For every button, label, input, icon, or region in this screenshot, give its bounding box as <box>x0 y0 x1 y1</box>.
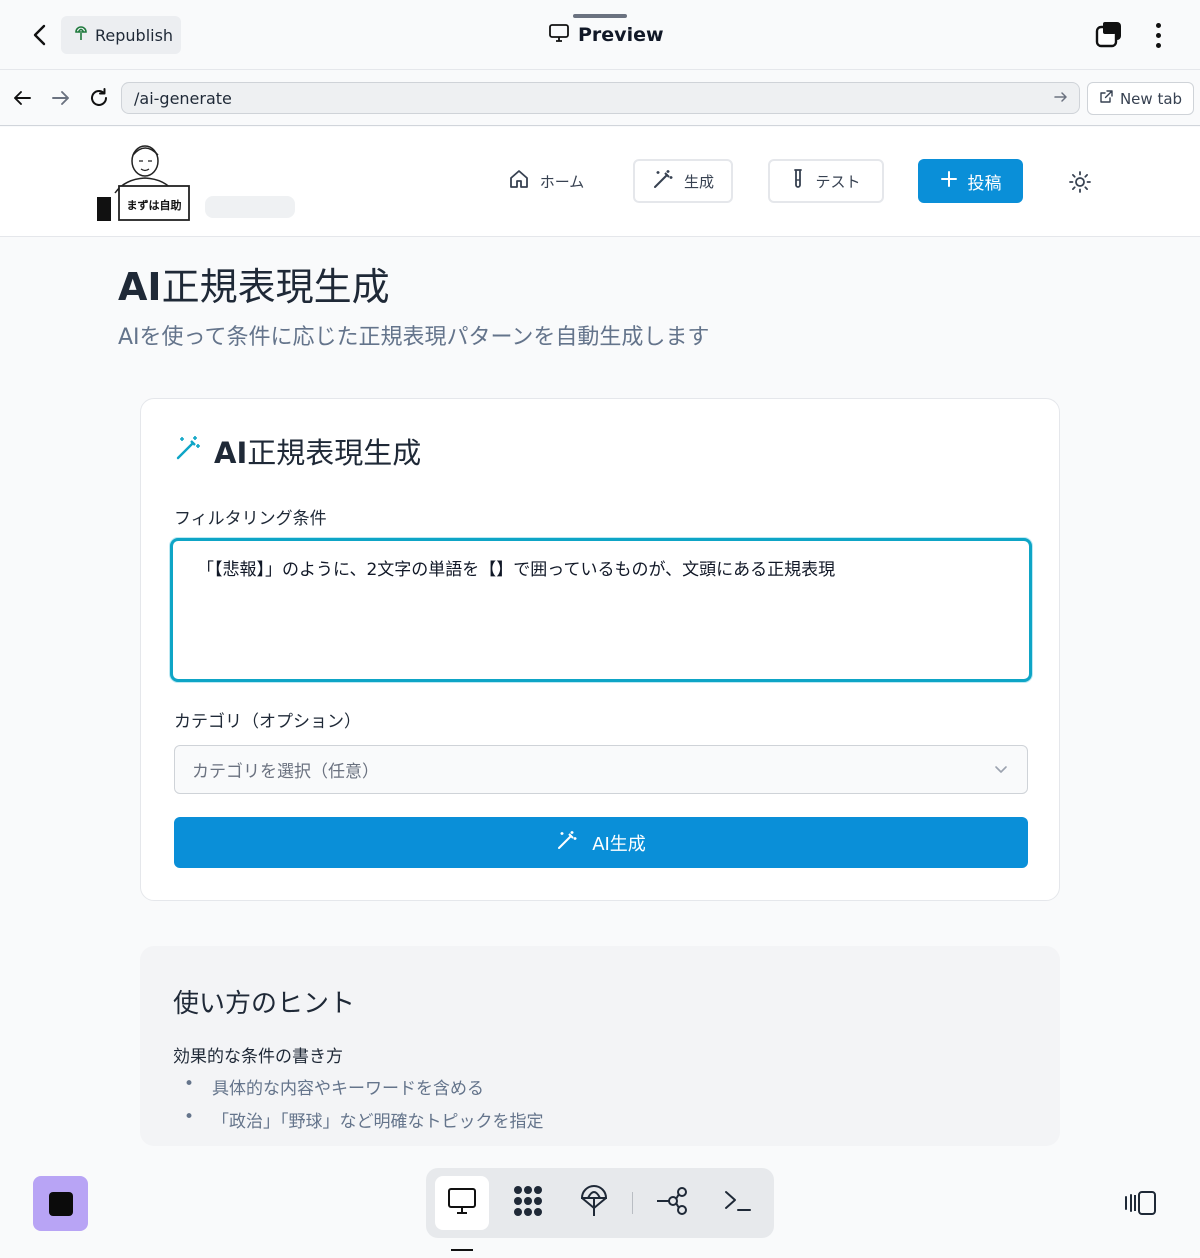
preview-title-text: Preview <box>578 24 664 46</box>
dock-divider <box>632 1192 633 1214</box>
grid-dots-icon <box>510 1184 546 1222</box>
new-tab-button[interactable]: New tab <box>1087 82 1194 115</box>
category-select-placeholder: カテゴリを選択（任意） <box>192 762 379 782</box>
hint-text: 「政治」「野球」など明確なトピックを指定 <box>212 1112 544 1132</box>
back-chevron-icon[interactable] <box>24 20 54 50</box>
hints-title: 使い方のヒント <box>173 989 356 1019</box>
branch-icon <box>655 1186 689 1220</box>
hints-panel: 使い方のヒント 効果的な条件の書き方 • 具体的な内容やキーワードを含める • 「政… <box>140 946 1060 1146</box>
card-title-bold: AI <box>214 436 248 470</box>
nav-home-link[interactable]: ホーム <box>498 159 594 203</box>
magic-wand-icon <box>174 434 202 469</box>
nav-post-label: 投稿 <box>967 173 1002 194</box>
card-title: AI正規表現生成 <box>174 430 421 472</box>
svg-text:まずは自助: まずは自助 <box>127 198 182 212</box>
side-panel-icon[interactable] <box>1122 1189 1158 1221</box>
url-input[interactable]: /ai-generate <box>121 82 1080 114</box>
terminal-icon <box>723 1188 753 1218</box>
ai-generate-label: AI生成 <box>592 833 646 855</box>
nav-home-label: ホーム <box>539 172 585 191</box>
back-arrow-icon[interactable] <box>10 86 34 110</box>
stop-button[interactable] <box>33 1176 88 1231</box>
category-select[interactable]: カテゴリを選択（任意） <box>174 745 1028 794</box>
nav-post-button[interactable]: 投稿 <box>918 159 1023 203</box>
url-text: /ai-generate <box>134 88 232 108</box>
url-bar: /ai-generate New tab <box>0 70 1200 126</box>
reload-icon[interactable] <box>87 86 111 110</box>
chevron-down-icon <box>993 761 1009 782</box>
card-title-rest: 正規表現生成 <box>247 436 422 470</box>
page-title-rest: 正規表現生成 <box>161 265 390 309</box>
active-indicator <box>451 1249 473 1251</box>
hint-text: 具体的な内容やキーワードを含める <box>212 1079 485 1099</box>
category-label: カテゴリ（オプション） <box>174 712 361 732</box>
app-top-bar: Republish Preview <box>0 0 1200 70</box>
nav-generate-button[interactable]: 生成 <box>633 159 733 203</box>
page-subtitle: AIを使って条件に応じた正規表現パターンを自動生成します <box>118 325 710 350</box>
republish-label: Republish <box>95 25 174 45</box>
new-tab-label: New tab <box>1119 89 1183 108</box>
page-title-bold: AI <box>118 265 162 309</box>
dock-preview-button[interactable] <box>435 1176 489 1230</box>
filter-condition-label: フィルタリング条件 <box>174 509 327 529</box>
magic-wand-icon <box>652 168 674 194</box>
list-item: • 「政治」「野球」など明確なトピックを指定 <box>184 1107 544 1132</box>
bottom-dock <box>426 1168 774 1238</box>
parachute-icon <box>579 1184 609 1222</box>
generator-card: AI正規表現生成 フィルタリング条件 「【悲報】」のように、2文字の単語を【】で… <box>140 398 1060 901</box>
go-arrow-icon[interactable] <box>1053 89 1069 109</box>
dock-git-button[interactable] <box>645 1176 699 1230</box>
home-icon <box>508 168 530 194</box>
drag-handle[interactable] <box>573 14 627 18</box>
hints-subtitle: 効果的な条件の書き方 <box>173 1047 343 1067</box>
plus-icon <box>940 170 958 193</box>
sun-icon[interactable] <box>1068 170 1092 198</box>
filter-condition-textarea[interactable]: 「【悲報】」のように、2文字の単語を【】で囲っているものが、文頭にある正規表現 <box>170 538 1032 682</box>
list-item: • 具体的な内容やキーワードを含める <box>184 1074 485 1099</box>
monitor-icon <box>446 1186 478 1220</box>
dock-shell-button[interactable] <box>711 1176 765 1230</box>
page-title: AI正規表現生成 <box>118 256 390 311</box>
preview-title: Preview <box>548 20 664 50</box>
more-menu-icon[interactable] <box>1146 19 1170 51</box>
republish-button[interactable]: Republish <box>61 16 181 54</box>
nav-test-button[interactable]: テスト <box>768 159 884 203</box>
nav-test-label: テスト <box>815 172 861 191</box>
test-tube-icon <box>791 168 805 194</box>
monitor-icon <box>548 23 570 48</box>
site-logo[interactable]: まずは自助 <box>95 141 305 227</box>
site-header: まずは自助 ホーム 生成 テスト 投稿 <box>0 127 1200 237</box>
forward-arrow-icon[interactable] <box>49 86 73 110</box>
dock-agent-button[interactable] <box>501 1176 555 1230</box>
ai-generate-button[interactable]: AI生成 <box>174 817 1028 868</box>
dock-deploy-button[interactable] <box>567 1176 621 1230</box>
republish-icon <box>73 25 89 45</box>
tabs-icon[interactable] <box>1094 19 1126 51</box>
external-link-icon <box>1099 89 1114 108</box>
nav-generate-label: 生成 <box>683 172 714 191</box>
stop-icon <box>48 1191 73 1216</box>
magic-wand-icon <box>556 829 578 856</box>
